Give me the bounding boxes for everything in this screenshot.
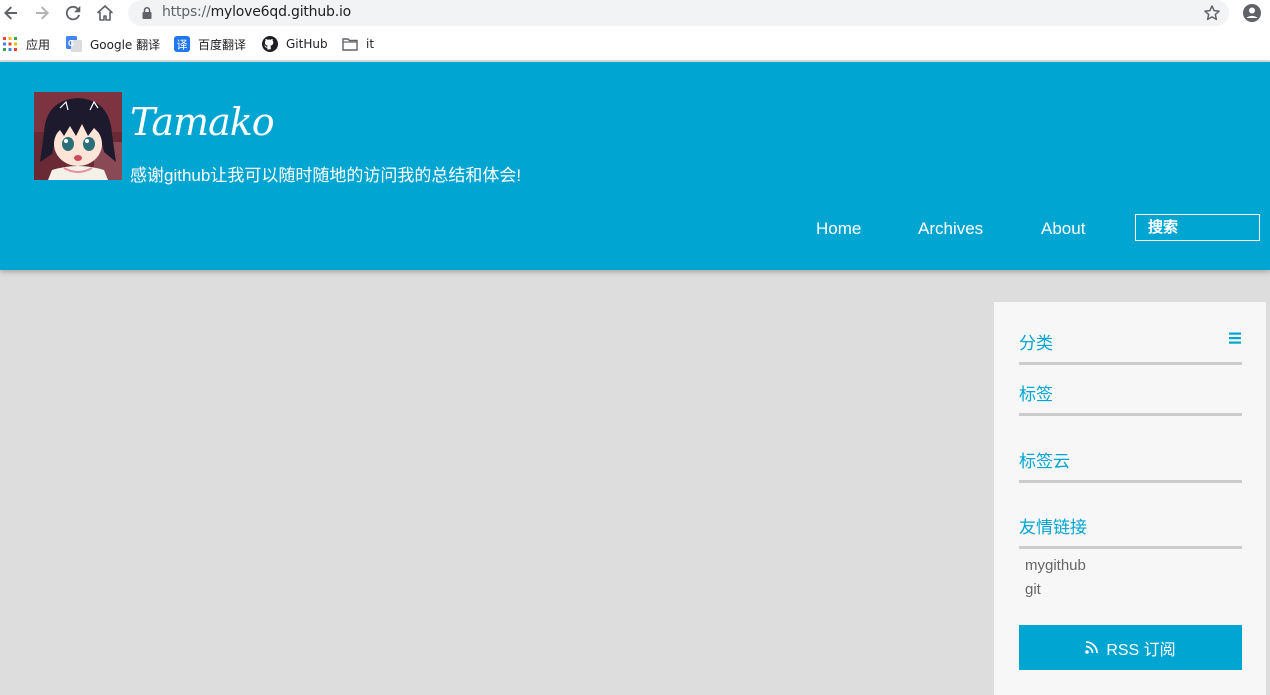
bookmark-google-translate[interactable]: G Google 翻译 bbox=[66, 36, 160, 52]
arrow-right-icon bbox=[36, 6, 49, 20]
widget-title-tags[interactable]: 标签 bbox=[1019, 380, 1242, 416]
home-button[interactable] bbox=[94, 2, 116, 24]
baidu-translate-icon: 译 bbox=[174, 36, 190, 52]
site-subtitle: 感谢github让我可以随时随地的访问我的总结和体会! bbox=[130, 166, 522, 185]
bookmark-star-icon[interactable] bbox=[1203, 4, 1221, 22]
search-input[interactable] bbox=[1135, 214, 1260, 241]
bookmark-label: 百度翻译 bbox=[198, 37, 247, 52]
bookmark-label: GitHub bbox=[286, 37, 328, 51]
bookmark-label: 应用 bbox=[26, 37, 51, 52]
widget-title-tag-cloud[interactable]: 标签云 bbox=[1019, 447, 1242, 483]
google-translate-icon: G bbox=[66, 36, 82, 52]
nav-home[interactable]: Home bbox=[816, 219, 861, 239]
widget-title-friend-links[interactable]: 友情链接 bbox=[1019, 513, 1242, 549]
friend-link-mygithub[interactable]: mygithub bbox=[1025, 557, 1086, 574]
bookmark-label: it bbox=[366, 37, 375, 51]
home-icon bbox=[97, 5, 113, 21]
menu-icon[interactable] bbox=[1228, 331, 1242, 345]
rss-label: RSS 订阅 bbox=[1106, 641, 1176, 659]
bookmark-folder-it[interactable]: it bbox=[342, 36, 374, 52]
back-button[interactable] bbox=[0, 2, 22, 24]
apps-grid-icon bbox=[3, 37, 17, 51]
widget-title-categories[interactable]: 分类 bbox=[1019, 329, 1242, 365]
bookmarks-bar: 应用 G Google 翻译 译 百度翻译 GitHub it bbox=[0, 27, 1270, 61]
github-icon bbox=[262, 36, 278, 52]
address-bar[interactable]: https://mylove6qd.github.io bbox=[128, 0, 1229, 26]
avatar-illustration bbox=[34, 92, 122, 180]
site-header: Tamako 感谢github让我可以随时随地的访问我的总结和体会! Home … bbox=[0, 62, 1270, 270]
avatar[interactable] bbox=[34, 92, 122, 180]
profile-icon[interactable] bbox=[1241, 2, 1263, 24]
bookmark-apps[interactable]: 应用 bbox=[2, 36, 50, 52]
nav-archives[interactable]: Archives bbox=[918, 219, 983, 239]
folder-icon bbox=[342, 38, 358, 51]
forward-button[interactable] bbox=[31, 2, 53, 24]
reload-button[interactable] bbox=[62, 2, 84, 24]
svg-text:G: G bbox=[68, 39, 74, 48]
rss-subscribe-button[interactable]: RSS 订阅 bbox=[1019, 625, 1242, 670]
bookmark-label: Google 翻译 bbox=[90, 37, 161, 52]
sidebar: 分类 标签 标签云 友情链接 mygithub git RSS 订阅 bbox=[994, 302, 1266, 695]
site-title[interactable]: Tamako bbox=[130, 100, 275, 144]
url-text: https://mylove6qd.github.io bbox=[162, 4, 351, 20]
bookmark-baidu-translate[interactable]: 译 百度翻译 bbox=[174, 36, 246, 52]
nav-about[interactable]: About bbox=[1041, 219, 1085, 239]
browser-toolbar: https://mylove6qd.github.io bbox=[0, 0, 1270, 27]
arrow-left-icon bbox=[4, 6, 17, 20]
friend-link-git[interactable]: git bbox=[1025, 581, 1041, 598]
reload-icon bbox=[65, 5, 81, 21]
bookmark-github[interactable]: GitHub bbox=[262, 36, 328, 52]
url-scheme: https:// bbox=[162, 4, 211, 20]
lock-icon bbox=[142, 6, 152, 19]
categories-label: 分类 bbox=[1019, 334, 1053, 353]
svg-text:译: 译 bbox=[177, 39, 188, 52]
url-host: mylove6qd.github.io bbox=[210, 4, 352, 20]
rss-icon bbox=[1085, 641, 1099, 654]
